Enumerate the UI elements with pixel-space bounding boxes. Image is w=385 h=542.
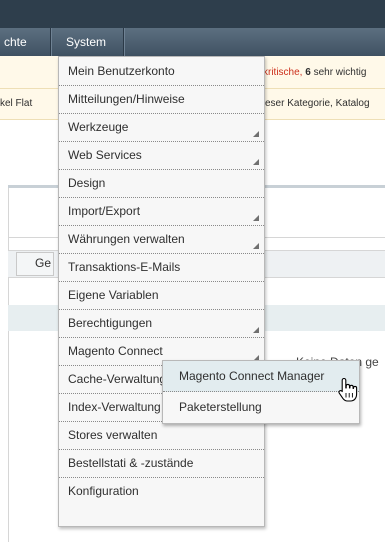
menu-item-bestellstati[interactable]: Bestellstati & -zustände (59, 449, 264, 478)
menu-item-label: Konfiguration (68, 484, 139, 498)
menu-item-label: Eigene Variablen (68, 288, 159, 302)
menu-item-label: Werkzeuge (68, 120, 129, 134)
notice-text: kritische, 6 sehr wichtig (263, 66, 366, 80)
submenu-item-paketerstellung[interactable]: Paketerstellung (163, 392, 359, 422)
menu-item-label: Magento Connect (68, 344, 163, 358)
menu-item-stores-verwalten[interactable]: Stores verwalten (59, 421, 264, 450)
nav-divider (51, 28, 52, 56)
submenu-item-label: Magento Connect Manager (179, 369, 325, 383)
menu-item-label: Transaktions-E-Mails (68, 260, 181, 274)
menu-item-design[interactable]: Design (59, 169, 264, 198)
menu-item-label: Berechtigungen (68, 316, 153, 330)
menu-item-web-services[interactable]: Web Services (59, 141, 264, 170)
menu-item-werkzeuge[interactable]: Werkzeuge (59, 113, 264, 142)
submenu-arrow-icon (253, 159, 259, 165)
main-nav-bar: chte System (0, 28, 385, 57)
menu-item-mitteilungen[interactable]: Mitteilungen/Hinweise (59, 85, 264, 114)
menu-item-label: Währungen verwalten (68, 232, 185, 246)
magento-connect-submenu: Magento Connect Manager Paketerstellung (162, 360, 360, 424)
menu-item-label: Bestellstati & -zustände (68, 456, 194, 470)
menu-item-konfiguration[interactable]: Konfiguration (59, 477, 264, 505)
menu-item-label: Import/Export (68, 204, 141, 218)
notice-text-right: eser Kategorie, Katalog (265, 98, 370, 109)
submenu-arrow-icon (253, 327, 259, 333)
menu-item-berechtigungen[interactable]: Berechtigungen (59, 309, 264, 338)
submenu-arrow-icon (253, 215, 259, 221)
menu-item-waehrungen[interactable]: Währungen verwalten (59, 225, 264, 254)
menu-item-import-export[interactable]: Import/Export (59, 197, 264, 226)
submenu-item-connect-manager[interactable]: Magento Connect Manager (163, 361, 359, 392)
notice-suffix: sehr wichtig (313, 67, 367, 78)
content-border (8, 188, 9, 542)
menu-item-label: Mitteilungen/Hinweise (68, 92, 185, 106)
menu-item-transaktions-emails[interactable]: Transaktions-E-Mails (59, 253, 264, 282)
hand-pointer-icon (338, 377, 358, 402)
notice-text-left: kel Flat (0, 98, 33, 109)
menu-item-label: Design (68, 176, 106, 190)
submenu-arrow-icon (253, 131, 259, 137)
nav-item-berichte[interactable]: chte (4, 28, 27, 56)
notice-count: 6 (305, 67, 311, 78)
menu-item-label: Cache-Verwaltung (68, 372, 167, 386)
submenu-arrow-icon (253, 243, 259, 249)
menu-item-label: Stores verwalten (68, 428, 158, 442)
nav-item-system[interactable]: System (66, 28, 106, 56)
submenu-item-label: Paketerstellung (179, 400, 262, 414)
menu-item-eigene-variablen[interactable]: Eigene Variablen (59, 281, 264, 310)
menu-item-label: Mein Benutzerkonto (68, 64, 175, 78)
menu-item-mein-benutzerkonto[interactable]: Mein Benutzerkonto (59, 57, 264, 86)
critical-link[interactable]: kritische, (263, 67, 302, 78)
tab-label: Ge (35, 256, 52, 270)
admin-header (0, 0, 385, 28)
nav-divider (124, 28, 125, 56)
system-dropdown-menu: Mein Benutzerkonto Mitteilungen/Hinweise… (58, 56, 265, 527)
menu-item-label: Web Services (68, 148, 142, 162)
menu-item-label: Index-Verwaltung (68, 400, 161, 414)
